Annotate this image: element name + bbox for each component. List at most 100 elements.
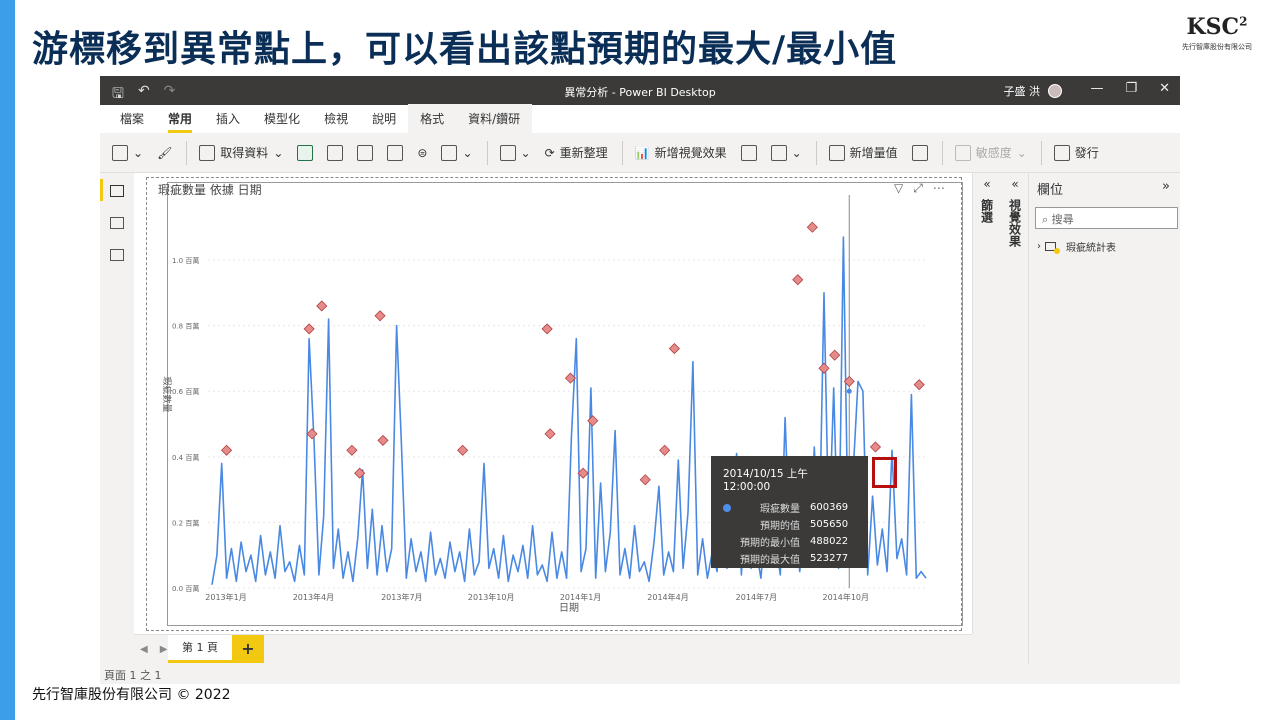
filters-pane[interactable]: « 篩選 — [973, 173, 1001, 634]
collapsed-panes: « 篩選 « 視覺效果 — [972, 173, 1028, 634]
database-icon — [199, 144, 216, 161]
text-box-button[interactable] — [740, 144, 757, 161]
x-tick-label: 2014年4月 — [647, 592, 688, 602]
anomaly-marker — [792, 274, 804, 286]
data-view-icon[interactable] — [110, 217, 124, 229]
table-icon — [387, 144, 404, 161]
format-painter-button[interactable]: 🖌 — [157, 146, 172, 160]
anomaly-marker — [869, 441, 882, 453]
publish-icon — [1053, 144, 1070, 161]
tab-insert[interactable]: 插入 — [204, 110, 252, 133]
anomaly-marker — [316, 300, 328, 312]
publish-button[interactable]: 發行 — [1053, 144, 1099, 161]
get-data-button[interactable]: 取得資料 ⌄ — [199, 144, 283, 161]
tab-view[interactable]: 檢視 — [312, 110, 360, 133]
y-tick-label: 0.2 百萬 — [172, 518, 199, 527]
y-tick-label: 0.0 百萬 — [172, 584, 199, 593]
minimize-icon[interactable]: — — [1090, 81, 1103, 96]
visuals-label: 視覺效果 — [1007, 199, 1022, 247]
prev-page-icon[interactable]: ◀ — [140, 644, 148, 655]
collapse-fields-icon[interactable]: » — [1162, 179, 1170, 198]
quick-measure-button[interactable] — [911, 144, 928, 161]
visualizations-pane[interactable]: « 視覺效果 — [1001, 173, 1029, 634]
new-measure-button[interactable]: 新增量值 — [828, 144, 898, 161]
fields-title: 欄位 — [1037, 183, 1064, 198]
paste-button[interactable]: ⌄ — [112, 144, 143, 161]
anomaly-marker — [829, 349, 841, 361]
expand-filters-icon[interactable]: « — [973, 173, 1001, 191]
anomaly-marker — [913, 379, 925, 391]
anomaly-marker — [377, 434, 389, 446]
tab-data-drill[interactable]: 資料/鑽研 — [456, 104, 533, 133]
series-dot-icon — [723, 503, 731, 512]
more-visuals-button[interactable]: ⌄ — [770, 144, 802, 161]
sensitivity-icon — [954, 144, 971, 161]
anomaly-marker — [659, 444, 671, 456]
anomaly-marker — [806, 221, 818, 233]
logo-superscript: 2 — [1239, 14, 1248, 29]
slide-title: 游標移到異常點上，可以看出該點預期的最大/最小值 — [32, 29, 898, 70]
tooltip-header: 2014/10/15 上午 12:00:00 — [723, 468, 808, 493]
x-tick-label: 2013年10月 — [468, 592, 515, 602]
clipboard-icon — [112, 144, 128, 161]
page-tab-1[interactable]: 第 1 頁 — [168, 635, 232, 663]
dataset-button[interactable] — [327, 144, 344, 161]
tab-format[interactable]: 格式 — [408, 104, 457, 133]
title-bar: 🖫 ↶ ↷ 異常分析 - Power BI Desktop 子盛 洪 — ❐ ✕ — [100, 76, 1180, 105]
anomaly-highlight-box — [872, 457, 897, 488]
refresh-icon: ⟳ — [544, 145, 555, 160]
transform-icon — [441, 144, 458, 161]
y-tick-label: 0.4 百萬 — [172, 453, 199, 462]
ribbon-toolbar: ⌄ 🖌 取得資料 ⌄ ⊜ ⌄ ⌄ ⟳ 重新整理 📊 新增視覺效果 ⌄ 新增量值 敏感度… — [100, 133, 1180, 173]
transform-button[interactable]: ⌄ — [441, 144, 473, 161]
add-page-button[interactable]: + — [232, 635, 264, 663]
anomaly-marker — [639, 474, 651, 486]
close-icon[interactable]: ✕ — [1159, 81, 1170, 96]
report-canvas: 瑕疵數量 依據 日期 ▽ ⤢ ⋯ 0.0 百萬 0.2 百萬 0.4 百萬 0.6 百… — [134, 173, 972, 634]
tab-home[interactable]: 常用 — [156, 110, 204, 133]
anomaly-marker — [544, 428, 556, 440]
x-tick-label: 2013年7月 — [381, 592, 422, 602]
avatar[interactable] — [1048, 84, 1062, 98]
anomaly-marker — [668, 343, 680, 355]
tab-file[interactable]: 檔案 — [108, 110, 156, 133]
tab-modeling[interactable]: 模型化 — [252, 110, 312, 133]
x-tick-label: 2014年7月 — [736, 592, 777, 602]
more-visuals-icon — [770, 144, 787, 161]
user-name[interactable]: 子盛 洪 — [1004, 83, 1041, 99]
tab-help[interactable]: 說明 — [360, 110, 408, 133]
report-view-icon[interactable] — [110, 185, 124, 197]
y-axis-label: 瑕疵數量 — [161, 376, 173, 412]
expand-visuals-icon[interactable]: « — [1001, 173, 1029, 191]
data-tooltip: 2014/10/15 上午 12:00:00 瑕疵數量 600369 預期的值 50… — [711, 456, 868, 568]
anomaly-marker — [303, 323, 315, 335]
filters-label: 篩選 — [979, 199, 994, 223]
excel-icon — [297, 144, 314, 161]
refresh-button[interactable]: ⟳ 重新整理 — [545, 144, 608, 161]
dataverse-button[interactable] — [357, 144, 374, 161]
table-icon — [1045, 242, 1060, 254]
model-view-icon[interactable] — [110, 249, 124, 261]
calculator-icon — [828, 144, 845, 161]
excel-button[interactable] — [297, 144, 314, 161]
dataset-icon — [327, 144, 344, 161]
page-bar: ◀ ▶ 第 1 頁 + — [134, 634, 972, 664]
tooltip-row: 預期的最大值 523277 — [740, 553, 849, 566]
new-visual-button[interactable]: 📊 新增視覺效果 — [635, 144, 727, 161]
edit-queries-button[interactable]: ⌄ — [499, 144, 531, 161]
slide-footer: 先行智庫股份有限公司 © 2022 — [32, 687, 231, 703]
slide-accent-bar — [0, 0, 15, 720]
restore-icon[interactable]: ❐ — [1125, 81, 1137, 96]
field-table-item[interactable]: › 瑕疵統計表 — [1037, 239, 1116, 254]
recent-sources-button[interactable]: ⊜ — [417, 146, 427, 160]
publish-label: 發行 — [1074, 146, 1099, 160]
chevron-right-icon[interactable]: › — [1037, 241, 1041, 252]
next-page-icon[interactable]: ▶ — [160, 644, 168, 655]
x-tick-label: 2013年1月 — [205, 592, 246, 602]
y-tick-label: 1.0 百萬 — [172, 256, 199, 265]
link-icon: ⊜ — [417, 145, 428, 160]
logo-mark: KSC — [1186, 14, 1240, 40]
fields-search-input[interactable]: ⌕ 搜尋 — [1035, 207, 1178, 229]
sensitivity-button[interactable]: 敏感度 ⌄ — [954, 144, 1027, 161]
enter-data-button[interactable] — [387, 144, 404, 161]
